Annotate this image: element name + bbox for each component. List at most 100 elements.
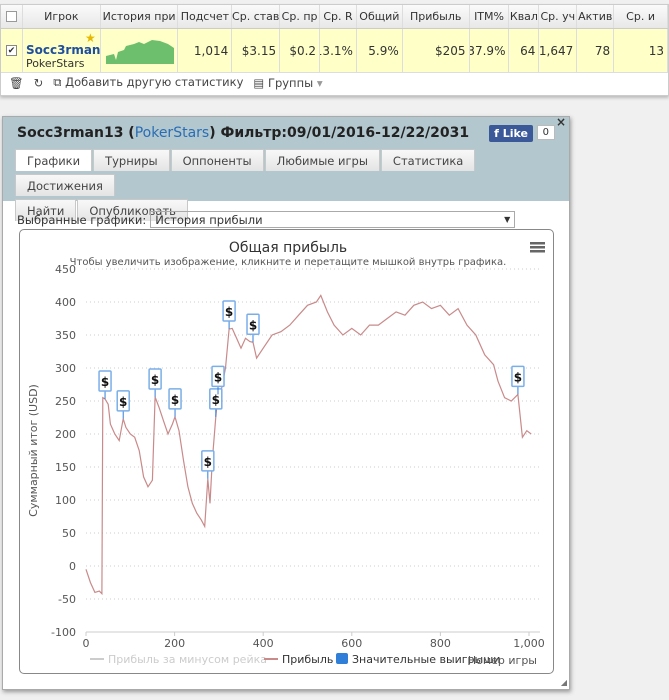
legend-profit: Прибыль [282, 653, 333, 666]
profit-chart[interactable]: Общая прибыль Чтобы увеличить изображение… [19, 229, 554, 674]
chart-selector: Выбранные графики: История прибыли ▼ [17, 211, 516, 228]
player-cell: ★ Socc3rman PokerStars [23, 29, 101, 72]
chart-select[interactable]: История прибыли ▼ [150, 211, 516, 228]
table-cell: $3.15 [232, 29, 281, 72]
column-header[interactable]: ITM% [470, 5, 510, 28]
column-header[interactable]: Подсчет [178, 5, 233, 28]
dropdown-arrow-icon: ▼ [504, 215, 511, 224]
medal-icon: ★ [84, 31, 96, 45]
chart-title: Общая прибыль [229, 240, 347, 256]
dollar-icon: $ [249, 318, 257, 332]
y-tick-label: 400 [55, 296, 76, 309]
dollar-icon: $ [204, 455, 212, 469]
tab-0[interactable]: Графики [15, 149, 93, 171]
close-icon[interactable]: × [556, 115, 566, 129]
y-tick-label: 150 [55, 461, 76, 474]
tab-4[interactable]: Статистика [380, 149, 476, 171]
table-cell: 37.9% [470, 29, 510, 72]
player-network: PokerStars [25, 57, 85, 70]
tab-1[interactable]: Турниры [93, 149, 170, 171]
y-tick-label: 250 [55, 395, 76, 408]
title-player: Socc3rman13 ( [17, 125, 135, 141]
dollar-icon: $ [171, 393, 179, 407]
facebook-like-button[interactable]: f Like [489, 125, 533, 142]
table-cell: 1,647 [539, 29, 578, 72]
y-axis-label: Суммарный итог (USD) [27, 384, 40, 517]
panel-title: Socc3rman13 (PokerStars) Фильтр:09/01/20… [17, 125, 469, 141]
groups-dropdown[interactable]: ▤ Группы ▾ [253, 76, 322, 90]
table-cell: 1,014 [178, 29, 233, 72]
resize-handle[interactable]: ◢ [561, 678, 567, 687]
menu-icon[interactable] [530, 242, 545, 253]
tab-3[interactable]: Любимые игры [264, 149, 380, 171]
table-toolbar: 🗑 ↻ ⧉ Добавить другую статистику ▤ Групп… [9, 75, 323, 90]
column-header[interactable]: Ср. и [614, 5, 668, 28]
trash-icon[interactable]: 🗑 [9, 76, 24, 90]
chart-subtitle: Чтобы увеличить изображение, кликните и … [70, 257, 507, 268]
y-tick-label: 300 [55, 362, 76, 375]
column-header[interactable]: Общий [357, 5, 403, 28]
refresh-icon[interactable]: ↻ [34, 76, 44, 90]
selector-label: Выбранные графики: [17, 212, 147, 227]
row-checkbox[interactable]: ✔ [1, 29, 23, 72]
x-tick-label: 0 [83, 637, 90, 650]
dollar-icon: $ [101, 375, 109, 389]
dollar-icon: $ [151, 373, 159, 387]
tab-5[interactable]: Достижения [15, 174, 115, 196]
y-tick-label: -100 [51, 626, 76, 639]
panel-header: Socc3rman13 (PokerStars) Фильтр:09/01/20… [3, 115, 569, 221]
table-cell: 13 [614, 29, 668, 72]
like-count: 0 [536, 125, 555, 140]
y-tick-label: 350 [55, 329, 76, 342]
dollar-icon: $ [212, 393, 220, 407]
table-cell: $205 [403, 29, 470, 72]
y-tick-label: 450 [55, 263, 76, 276]
x-axis-label: Номер игры [468, 654, 537, 667]
x-tick-label: 200 [164, 637, 185, 650]
dollar-icon: $ [514, 370, 522, 384]
column-header[interactable]: Ср. R [320, 5, 357, 28]
player-panel: Socc3rman13 (PokerStars) Фильтр:09/01/20… [2, 115, 570, 690]
legend-bigwins-swatch [336, 653, 348, 664]
add-stat-button[interactable]: ⧉ Добавить другую статистику [53, 75, 243, 90]
column-header[interactable]: Актив [577, 5, 615, 28]
column-header[interactable]: Ср. став [232, 5, 281, 28]
x-tick-label: 400 [253, 637, 274, 650]
y-tick-label: 0 [69, 560, 76, 573]
player-link[interactable]: Socc3rman [26, 43, 100, 57]
x-tick-label: 800 [430, 637, 451, 650]
y-tick-label: 100 [55, 494, 76, 507]
x-tick-label: 600 [341, 637, 362, 650]
y-tick-label: 50 [62, 527, 76, 540]
y-tick-label: 200 [55, 428, 76, 441]
network-link[interactable]: PokerStars [135, 125, 210, 141]
table-cell: 13.1% [320, 29, 357, 72]
table-header: Игрок История при Подсчет Ср. став Ср. пр Ср.… [1, 5, 668, 29]
chart-svg[interactable]: Общая прибыльЧтобы увеличить изображение… [20, 230, 555, 675]
column-header[interactable]: Квал [509, 5, 540, 28]
dollar-icon: $ [119, 395, 127, 409]
table-cell: 5.9% [357, 29, 403, 72]
profit-history-sparkline [101, 29, 179, 72]
column-header[interactable]: Прибыль [403, 5, 470, 28]
title-filter: ) Фильтр:09/01/2016-12/22/2031 [209, 125, 470, 141]
like-label: Like [502, 127, 528, 140]
add-stat-label: Добавить другую статистику [65, 75, 244, 89]
column-header[interactable]: Ср. пр [280, 5, 321, 28]
column-header[interactable]: История при [101, 5, 179, 28]
x-tick-label: 1,000 [513, 637, 545, 650]
column-header[interactable]: Ср. уч [539, 5, 578, 28]
column-header[interactable]: Игрок [23, 5, 101, 28]
dollar-icon: $ [225, 305, 233, 319]
groups-label: Группы [267, 75, 314, 90]
selector-value: История прибыли [155, 212, 263, 227]
caret-down-icon: ▾ [316, 75, 323, 90]
table-row[interactable]: ✔ ★ Socc3rman PokerStars 1,014$3.15$0.21… [1, 29, 668, 73]
legend-rake: Прибыль за минусом рейка [108, 653, 267, 666]
tab-2[interactable]: Оппоненты [170, 149, 264, 171]
y-tick-label: -50 [58, 593, 76, 606]
table-cell: 64 [509, 29, 540, 72]
select-all-checkbox[interactable] [1, 5, 23, 28]
facebook-icon: f [494, 127, 499, 140]
player-stats-table: Игрок История при Подсчет Ср. став Ср. пр Ср.… [0, 4, 669, 96]
